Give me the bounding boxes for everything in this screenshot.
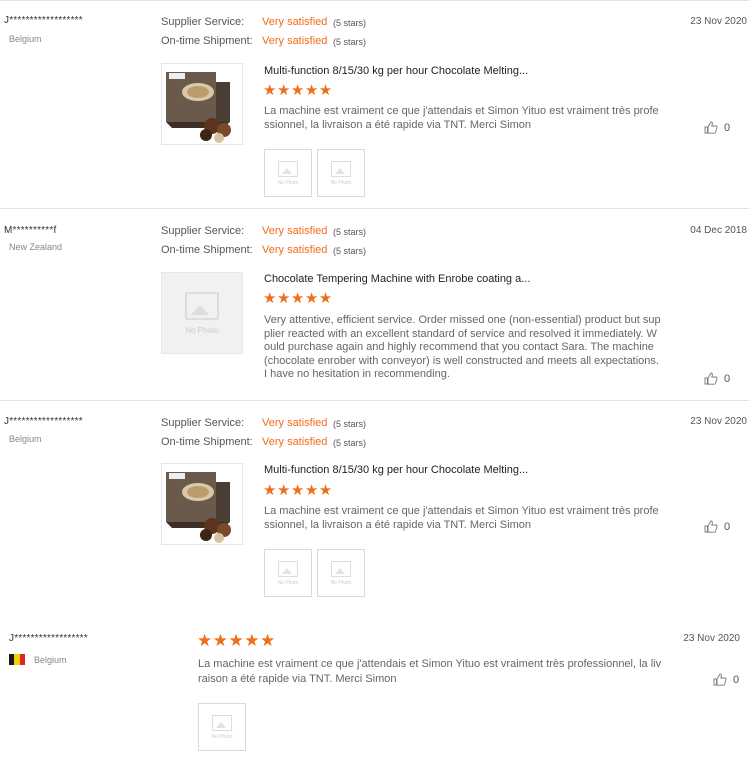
flag-stripe-red — [19, 654, 25, 665]
reviewer-country: Belgium — [9, 434, 42, 444]
supplier-service-value: Very satisfied — [262, 417, 328, 429]
review-photo-placeholder[interactable]: No Photo — [264, 149, 312, 197]
no-photo-label: No Photo — [277, 579, 299, 586]
review-photo-placeholder[interactable]: No Photo — [317, 549, 365, 597]
product-title-link[interactable]: Multi-function 8/15/30 kg per hour Choco… — [264, 464, 528, 476]
review-date: 04 Dec 2018 — [690, 225, 747, 236]
reviewer-country: New Zealand — [9, 242, 63, 252]
rating-stars: ★★★★★ — [263, 290, 333, 307]
image-placeholder-icon — [278, 160, 298, 177]
ontime-shipment-stars: (5 stars) — [333, 37, 367, 47]
like-count: 0 — [724, 121, 731, 134]
supplier-service-value: Very satisfied — [262, 225, 328, 237]
belgium-flag-icon — [9, 654, 25, 665]
reviewer-name: M**********f — [4, 225, 57, 236]
thumbs-up-icon — [704, 520, 718, 533]
image-placeholder-icon — [185, 291, 219, 320]
review-date: 23 Nov 2020 — [690, 16, 747, 27]
product-thumbnail-placeholder[interactable]: No Photo — [161, 272, 243, 354]
like-button[interactable]: 0 — [704, 121, 730, 134]
review-photo-placeholder[interactable]: No Photo — [317, 149, 365, 197]
ontime-shipment-value: Very satisfied — [262, 436, 328, 448]
rating-stars: ★★★★★ — [263, 482, 333, 499]
review-photo-placeholder[interactable]: No Photo — [264, 549, 312, 597]
image-placeholder-icon — [212, 714, 232, 731]
ontime-shipment-label: On-time Shipment: — [161, 436, 253, 448]
no-photo-label: No Photo — [330, 579, 352, 586]
supplier-service-stars: (5 stars) — [333, 419, 367, 429]
review-divider — [0, 208, 749, 209]
reviewer-country: Belgium — [9, 34, 42, 44]
like-count: 0 — [724, 372, 731, 385]
no-photo-label: No Photo — [277, 179, 299, 186]
ontime-shipment-label: On-time Shipment: — [161, 35, 253, 47]
like-count: 0 — [724, 520, 731, 533]
review-date: 23 Nov 2020 — [683, 633, 740, 644]
chocolate-melter-image — [166, 72, 231, 143]
ontime-shipment-stars: (5 stars) — [333, 438, 367, 448]
review-text: La machine est vraiment ce que j'attenda… — [264, 105, 659, 131]
ontime-shipment-value: Very satisfied — [262, 35, 328, 47]
chocolate-melter-image — [166, 472, 231, 543]
supplier-service-stars: (5 stars) — [333, 18, 367, 28]
no-photo-label: No Photo — [185, 325, 219, 335]
review-text: La machine est vraiment ce que j'attenda… — [264, 505, 659, 531]
review-date: 23 Nov 2020 — [690, 416, 747, 427]
supplier-service-value: Very satisfied — [262, 16, 328, 28]
thumbs-up-icon — [704, 372, 718, 385]
thumbs-up-icon — [713, 673, 727, 686]
product-thumbnail[interactable] — [161, 63, 243, 145]
product-thumbnail[interactable] — [161, 463, 243, 545]
rating-stars: ★★★★★ — [263, 82, 333, 99]
supplier-service-label: Supplier Service: — [161, 225, 245, 237]
like-button[interactable]: 0 — [713, 673, 739, 686]
product-title-link[interactable]: Chocolate Tempering Machine with Enrobe … — [264, 273, 530, 285]
ontime-shipment-label: On-time Shipment: — [161, 244, 253, 256]
thumbs-up-icon — [704, 121, 718, 134]
no-photo-label: No Photo — [330, 179, 352, 186]
review-photo-placeholder[interactable]: No Photo — [198, 703, 246, 751]
product-title-link[interactable]: Multi-function 8/15/30 kg per hour Choco… — [264, 65, 528, 77]
reviewer-country: Belgium — [34, 655, 67, 665]
review-text: Very attentive, efficient service. Order… — [264, 314, 661, 380]
image-placeholder-icon — [278, 560, 298, 577]
no-photo-label: No Photo — [211, 733, 233, 740]
ontime-shipment-stars: (5 stars) — [333, 246, 367, 256]
ontime-shipment-value: Very satisfied — [262, 244, 328, 256]
review-text: La machine est vraiment ce que j'attenda… — [198, 658, 662, 685]
image-placeholder-icon — [331, 160, 351, 177]
supplier-service-label: Supplier Service: — [161, 417, 245, 429]
reviewer-name: J****************** — [4, 15, 83, 26]
review-divider — [0, 400, 749, 401]
reviewer-name: J****************** — [4, 416, 83, 427]
image-placeholder-icon — [331, 560, 351, 577]
like-button[interactable]: 0 — [704, 372, 730, 385]
like-count: 0 — [733, 673, 740, 686]
reviewer-name: J****************** — [9, 633, 88, 644]
rating-stars: ★★★★★ — [197, 631, 276, 650]
top-divider — [0, 0, 749, 1]
supplier-service-label: Supplier Service: — [161, 16, 245, 28]
supplier-service-stars: (5 stars) — [333, 227, 367, 237]
like-button[interactable]: 0 — [704, 520, 730, 533]
